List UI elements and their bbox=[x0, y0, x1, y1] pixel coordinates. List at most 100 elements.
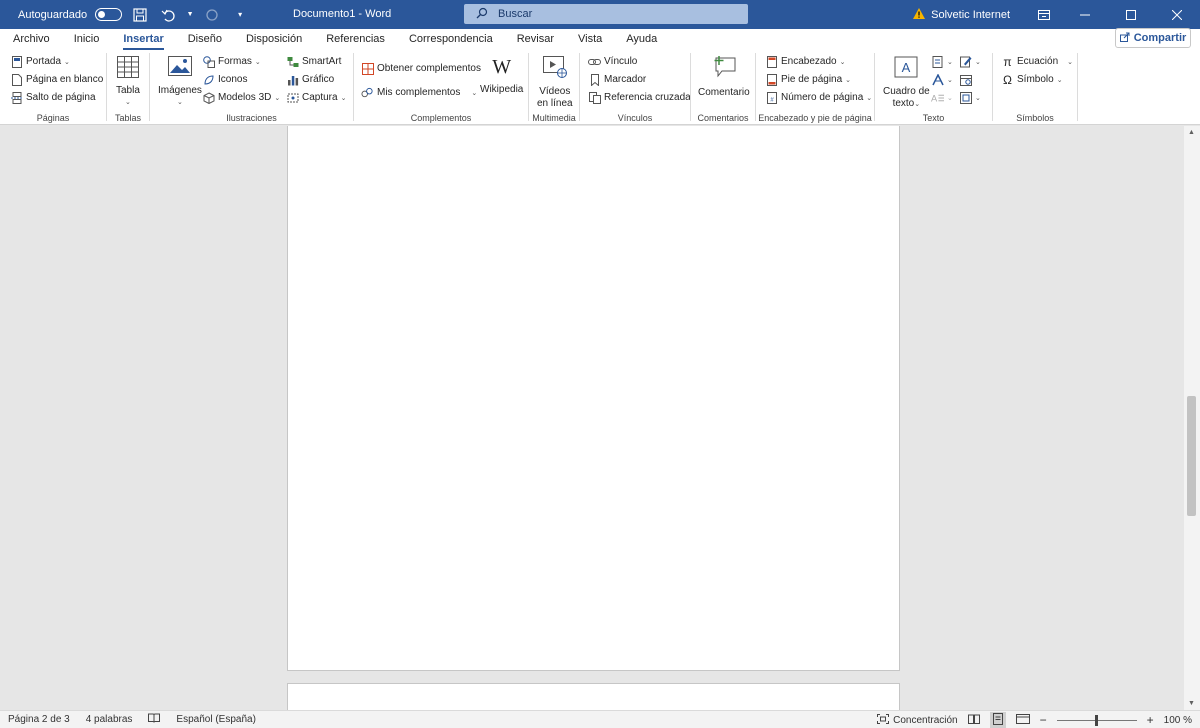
cover-page-button[interactable]: Portada ⌄ bbox=[10, 53, 70, 70]
cross-reference-button[interactable]: Referencia cruzada bbox=[588, 89, 691, 106]
header-button[interactable]: Encabezado ⌄ bbox=[765, 53, 845, 70]
tab-revisar[interactable]: Revisar bbox=[505, 29, 566, 50]
my-addins-button[interactable]: Mis complementos ⌄ bbox=[361, 84, 477, 101]
text-box-button[interactable]: A Cuadro de texto⌄ bbox=[883, 56, 930, 111]
word-count[interactable]: 4 palabras bbox=[86, 714, 133, 725]
tab-inicio[interactable]: Inicio bbox=[62, 29, 112, 50]
svg-text:#: # bbox=[770, 97, 774, 103]
3d-models-button[interactable]: Modelos 3D ⌄ bbox=[202, 89, 280, 106]
warning-icon bbox=[913, 7, 926, 22]
bookmark-button[interactable]: Marcador bbox=[588, 71, 646, 88]
tab-referencias[interactable]: Referencias bbox=[314, 29, 397, 50]
ribbon-insert: Portada ⌄ Página en blanco Salto de págin… bbox=[0, 50, 1200, 125]
page-count[interactable]: Página 2 de 3 bbox=[8, 714, 70, 725]
wikipedia-button[interactable]: W Wikipedia bbox=[480, 56, 523, 96]
tab-insertar[interactable]: Insertar bbox=[111, 29, 175, 50]
scrollbar-thumb[interactable] bbox=[1187, 396, 1196, 516]
web-layout-icon[interactable] bbox=[1015, 713, 1030, 727]
document-page[interactable] bbox=[287, 683, 900, 710]
omega-icon: Ω bbox=[1003, 72, 1012, 87]
tab-archivo[interactable]: Archivo bbox=[1, 29, 62, 50]
chevron-down-icon: ⌄ bbox=[1067, 58, 1074, 66]
ribbon-display-options-icon[interactable] bbox=[1026, 0, 1062, 29]
group-label-paginas: Páginas bbox=[36, 113, 70, 123]
scroll-up-icon[interactable]: ▲ bbox=[1188, 129, 1195, 136]
undo-dropdown-icon[interactable]: ▼ bbox=[186, 5, 194, 25]
vertical-scrollbar[interactable]: ▲ ▼ bbox=[1184, 126, 1200, 710]
tab-ayuda[interactable]: Ayuda bbox=[614, 29, 669, 50]
page-break-button[interactable]: Salto de página bbox=[10, 89, 96, 106]
share-button[interactable]: Compartir bbox=[1115, 28, 1191, 48]
chevron-down-icon: ⌄ bbox=[975, 58, 981, 66]
tab-vista[interactable]: Vista bbox=[566, 29, 614, 50]
wordart-icon bbox=[931, 73, 944, 86]
images-button[interactable]: Imágenes ⌄ bbox=[158, 56, 202, 109]
icons-button[interactable]: Iconos bbox=[202, 71, 247, 88]
zoom-out-icon[interactable]: − bbox=[1040, 713, 1047, 727]
text-box-icon: A bbox=[894, 56, 918, 82]
get-addins-button[interactable]: Obtener complementos bbox=[361, 60, 481, 77]
cross-reference-icon bbox=[588, 91, 601, 104]
scroll-down-icon[interactable]: ▼ bbox=[1188, 700, 1195, 707]
page-number-icon: # bbox=[765, 91, 778, 104]
search-box[interactable]: Buscar bbox=[464, 4, 748, 24]
save-icon[interactable] bbox=[130, 5, 150, 25]
minimize-icon[interactable] bbox=[1062, 0, 1108, 29]
focus-mode[interactable]: Concentración bbox=[877, 713, 958, 727]
blank-page-button[interactable]: Página en blanco bbox=[10, 71, 103, 88]
redo-icon[interactable] bbox=[202, 5, 222, 25]
shapes-button[interactable]: Formas ⌄ bbox=[202, 53, 261, 70]
object-button[interactable]: ⌄ bbox=[959, 89, 981, 106]
page-number-button[interactable]: # Número de página ⌄ bbox=[765, 89, 872, 106]
chevron-down-icon: ⌄ bbox=[866, 94, 873, 102]
language-status[interactable]: Español (España) bbox=[176, 714, 256, 725]
zoom-in-icon[interactable]: + bbox=[1147, 713, 1154, 727]
zoom-level[interactable]: 100 % bbox=[1164, 715, 1192, 726]
online-video-icon bbox=[542, 56, 567, 82]
zoom-slider-thumb[interactable] bbox=[1094, 714, 1098, 726]
user-account[interactable]: Solvetic Internet bbox=[913, 7, 1010, 22]
link-icon bbox=[588, 55, 601, 68]
autosave-toggle[interactable] bbox=[95, 8, 123, 21]
new-comment-button[interactable]: Comentario bbox=[698, 56, 750, 99]
group-label-multimedia: Multimedia bbox=[532, 113, 576, 123]
tab-correspondencia[interactable]: Correspondencia bbox=[397, 29, 505, 50]
proofing-status[interactable] bbox=[148, 713, 161, 726]
chevron-down-icon: ⌄ bbox=[471, 89, 478, 97]
drop-cap-button[interactable]: A ⌄ bbox=[931, 89, 953, 106]
wordart-button[interactable]: ⌄ bbox=[931, 71, 953, 88]
tab-disposicion[interactable]: Disposición bbox=[234, 29, 314, 50]
equation-button[interactable]: π Ecuación ⌄ bbox=[1001, 53, 1073, 70]
link-button[interactable]: Vínculo bbox=[588, 53, 637, 70]
signature-line-button[interactable]: ⌄ bbox=[959, 53, 981, 70]
undo-icon[interactable] bbox=[158, 5, 178, 25]
close-icon[interactable] bbox=[1154, 0, 1200, 29]
print-layout-icon[interactable] bbox=[989, 711, 1006, 728]
signature-icon bbox=[959, 55, 972, 68]
maximize-icon[interactable] bbox=[1108, 0, 1154, 29]
zoom-slider[interactable] bbox=[1056, 714, 1137, 726]
wikipedia-icon: W bbox=[492, 56, 512, 78]
customize-quick-access-icon[interactable]: ▾ bbox=[230, 5, 250, 25]
tab-diseno[interactable]: Diseño bbox=[176, 29, 234, 50]
online-videos-button[interactable]: Vídeos en línea bbox=[537, 56, 573, 110]
read-mode-icon[interactable] bbox=[967, 714, 980, 727]
document-page[interactable] bbox=[287, 126, 900, 671]
quick-parts-button[interactable]: ⌄ bbox=[931, 53, 953, 70]
table-button[interactable]: Tabla ⌄ bbox=[116, 56, 140, 109]
svg-text:A: A bbox=[902, 60, 911, 75]
calendar-icon bbox=[959, 73, 972, 86]
date-time-button[interactable] bbox=[959, 71, 972, 88]
footer-button[interactable]: Pie de página ⌄ bbox=[765, 71, 851, 88]
focus-icon bbox=[877, 713, 890, 727]
footer-icon bbox=[765, 73, 778, 86]
group-complementos: Obtener complementos Mis complementos ⌄ W… bbox=[354, 50, 528, 125]
smartart-button[interactable]: SmartArt bbox=[286, 53, 341, 70]
chevron-down-icon: ⌄ bbox=[1056, 76, 1063, 84]
screenshot-button[interactable]: Captura ⌄ bbox=[286, 89, 346, 106]
chart-button[interactable]: Gráfico bbox=[286, 71, 334, 88]
group-label-comentarios: Comentarios bbox=[697, 113, 749, 123]
group-paginas: Portada ⌄ Página en blanco Salto de págin… bbox=[0, 50, 106, 125]
symbol-button[interactable]: Ω Símbolo ⌄ bbox=[1001, 71, 1063, 88]
pi-icon: π bbox=[1003, 54, 1012, 69]
